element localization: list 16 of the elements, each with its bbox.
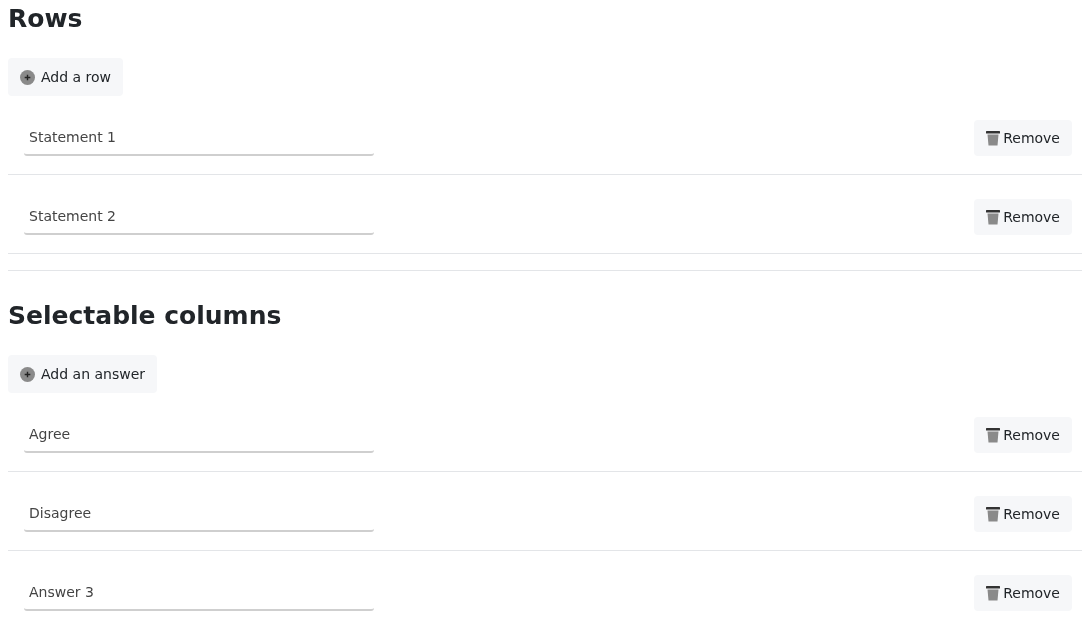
trash-icon	[986, 427, 1001, 443]
section-heading: Selectable columns	[8, 300, 283, 332]
plus-icon	[20, 69, 35, 85]
remove-button[interactable]: Remove	[974, 575, 1072, 611]
trash-icon	[986, 506, 1001, 522]
remove-button[interactable]: Remove	[974, 199, 1072, 235]
remove-button[interactable]: Remove	[974, 417, 1072, 453]
trash-icon	[986, 209, 1001, 225]
remove-button[interactable]: Remove	[974, 120, 1072, 156]
plus-icon	[20, 366, 35, 382]
section-heading: Rows	[8, 3, 84, 35]
remove-button[interactable]: Remove	[974, 496, 1072, 532]
trash-icon	[986, 130, 1001, 146]
add-button[interactable]: Add a row	[8, 58, 124, 96]
add-button[interactable]: Add an answer	[8, 355, 158, 393]
trash-icon	[986, 585, 1001, 601]
